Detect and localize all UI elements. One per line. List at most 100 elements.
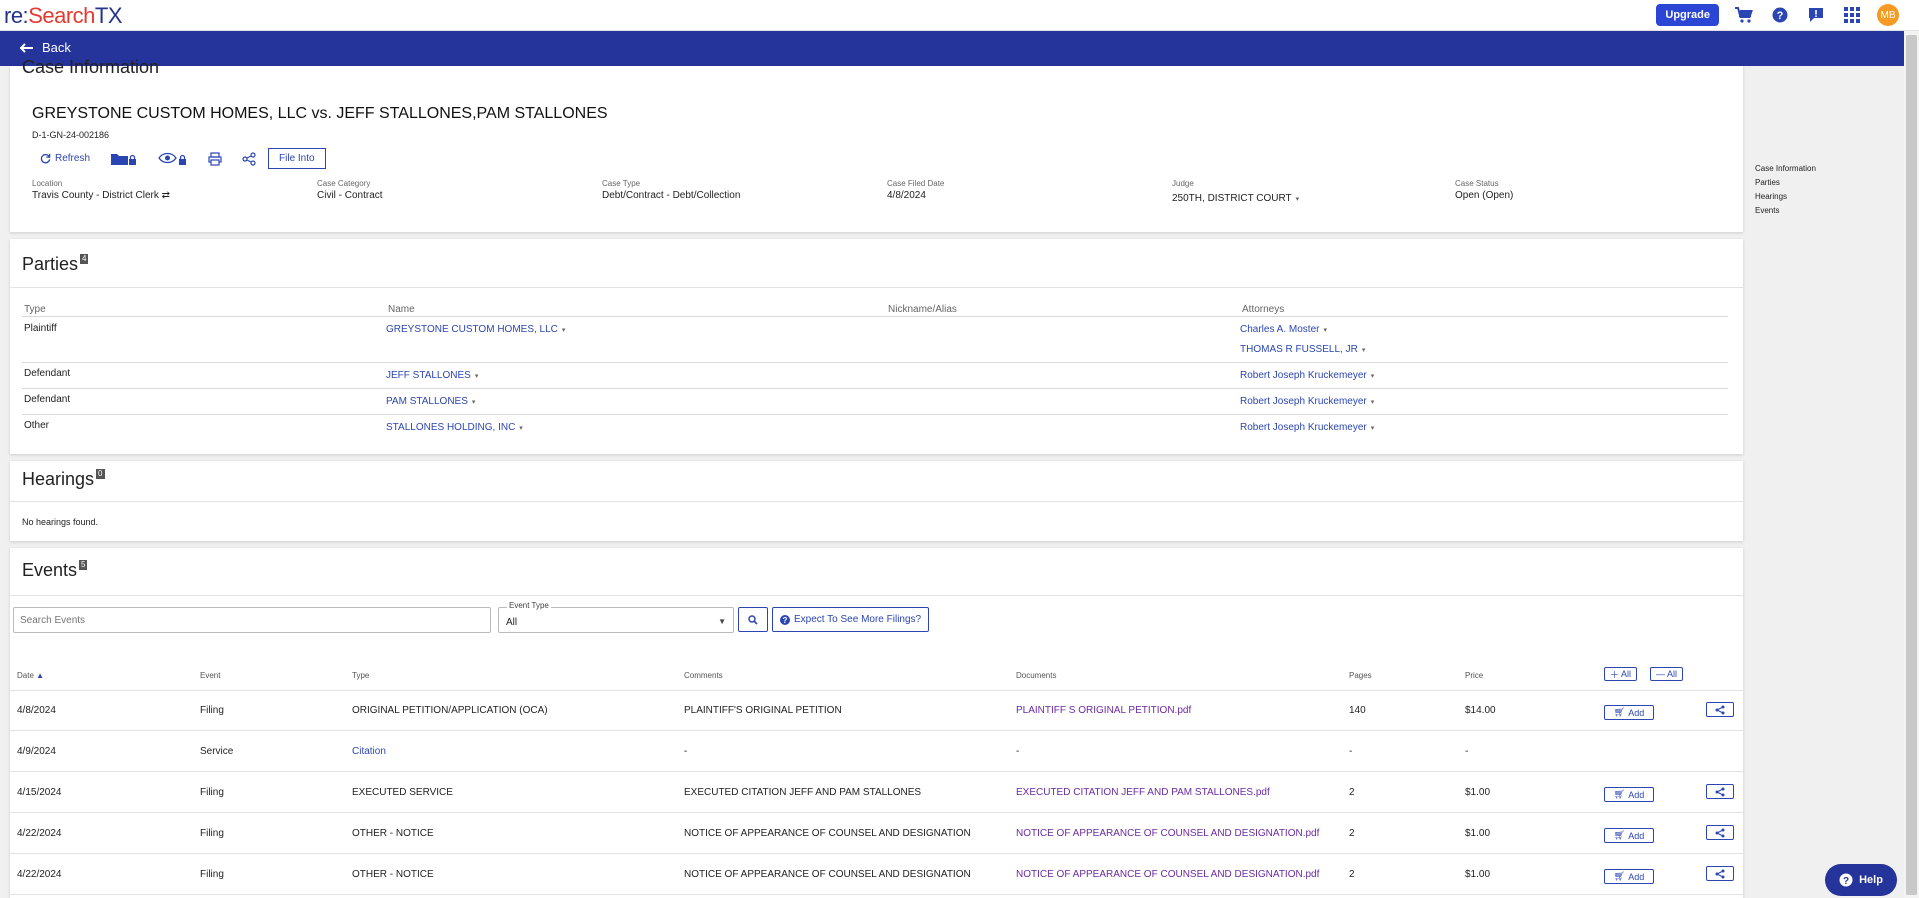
case-filed-date-value: 4/8/2024 <box>887 190 926 201</box>
event-date: 4/15/2024 <box>17 787 62 798</box>
party-name-link[interactable]: PAM STALLONES ▾ <box>386 396 475 407</box>
event-event: Filing <box>200 828 224 839</box>
section-nav-case-information[interactable]: Case Information <box>1755 162 1816 176</box>
section-nav-events[interactable]: Events <box>1755 204 1816 218</box>
parties-table: Type Name Nickname/Alias Attorneys Plain… <box>22 301 1728 441</box>
hearings-card: Hearings 0 No hearings found. <box>10 461 1743 541</box>
user-avatar[interactable]: MB <box>1877 4 1899 26</box>
chevron-down-icon: ▾ <box>1361 347 1366 354</box>
attorney-link[interactable]: Robert Joseph Kruckemeyer ▾ <box>1240 370 1374 381</box>
hearings-title-text: Hearings <box>22 469 95 489</box>
table-row: 4/15/2024 Filing EXECUTED SERVICE EXECUT… <box>10 773 1743 813</box>
chevron-down-icon: ▾ <box>1323 327 1327 334</box>
chevron-down-icon: ▾ <box>471 399 476 406</box>
header-name: Name <box>388 304 415 315</box>
add-label: Add <box>1628 871 1645 882</box>
upgrade-button[interactable]: Upgrade <box>1656 4 1719 26</box>
watch-lock-button[interactable] <box>158 152 188 166</box>
event-type-select[interactable]: Event Type All ▼ <box>498 601 734 633</box>
case-filed-date-field: Case Filed Date 4/8/2024 <box>887 179 944 201</box>
party-name: JEFF STALLONES <box>386 370 471 381</box>
chevron-down-icon: ▾ <box>519 425 523 432</box>
header-nickname: Nickname/Alias <box>888 304 957 315</box>
apps-grid-icon[interactable] <box>1841 4 1863 26</box>
event-comments: NOTICE OF APPEARANCE OF COUNSEL AND DESI… <box>684 828 971 839</box>
event-comments: EXECUTED CITATION JEFF AND PAM STALLONES <box>684 787 922 798</box>
table-row: 4/9/2024 Service Citation - - - - <box>10 732 1743 772</box>
event-document-link[interactable]: EXECUTED CITATION JEFF AND PAM STALLONES… <box>1016 787 1270 798</box>
share-button[interactable] <box>1706 702 1734 717</box>
remove-all-button[interactable]: — All <box>1650 667 1684 681</box>
judge-link[interactable]: 250TH, DISTRICT COURT ▾ <box>1172 193 1299 204</box>
top-icons: Upgrade ? MB <box>1656 4 1899 26</box>
attorney-name: Robert Joseph Kruckemeyer <box>1240 396 1367 407</box>
case-information-card: Case Information GREYSTONE CUSTOM HOMES,… <box>10 57 1743 232</box>
share-button[interactable] <box>242 151 256 166</box>
section-nav-parties[interactable]: Parties <box>1755 176 1816 190</box>
event-event: Filing <box>200 787 224 798</box>
section-nav-hearings[interactable]: Hearings <box>1755 190 1816 204</box>
case-type-label: Case Type <box>602 179 641 188</box>
dropdown-arrow-icon: ▼ <box>718 617 726 626</box>
case-category-value: Civil - Contract <box>317 190 383 201</box>
scrollbar-thumb[interactable] <box>1906 35 1917 895</box>
header-date[interactable]: Date ▲ <box>17 671 44 680</box>
add-to-cart-button[interactable]: 🛒︎ Add <box>1604 828 1654 843</box>
swap-icon[interactable]: ⇄ <box>162 190 170 201</box>
party-name-link[interactable]: GREYSTONE CUSTOM HOMES, LLC ▾ <box>386 324 565 335</box>
judge-label: Judge <box>1172 179 1194 188</box>
logo[interactable]: re:SearchTX <box>4 3 123 29</box>
share-icon <box>1715 828 1725 837</box>
sort-asc-icon: ▲ <box>36 671 45 680</box>
event-document-link[interactable]: NOTICE OF APPEARANCE OF COUNSEL AND DESI… <box>1016 828 1319 839</box>
attorney-link[interactable]: Robert Joseph Kruckemeyer ▾ <box>1240 396 1374 407</box>
share-button[interactable] <box>1706 866 1734 881</box>
header-comments: Comments <box>684 671 723 680</box>
add-all-button[interactable]: ＋ All <box>1604 667 1638 681</box>
party-type: Plaintiff <box>24 323 57 334</box>
header-event: Event <box>200 671 221 680</box>
location-field: Location Travis County - District Clerk … <box>32 179 170 201</box>
event-type: EXECUTED SERVICE <box>352 787 453 798</box>
party-name-link[interactable]: JEFF STALLONES ▾ <box>386 370 478 381</box>
expect-more-filings-button[interactable]: ? Expect To See More Filings? <box>772 607 930 632</box>
cart-icon: 🛒︎ <box>1613 830 1626 840</box>
event-pages: - <box>1349 746 1353 757</box>
add-to-cart-button[interactable]: 🛒︎ Add <box>1604 869 1654 884</box>
add-to-cart-button[interactable]: 🛒︎ Add <box>1604 705 1654 720</box>
attorney-link[interactable]: Robert Joseph Kruckemeyer ▾ <box>1240 422 1374 433</box>
share-button[interactable] <box>1706 825 1734 840</box>
refresh-button[interactable]: Refresh <box>40 153 90 164</box>
cart-icon[interactable] <box>1733 4 1755 26</box>
remove-all-label: All <box>1667 669 1678 679</box>
event-document-link[interactable]: NOTICE OF APPEARANCE OF COUNSEL AND DESI… <box>1016 869 1319 880</box>
share-button[interactable] <box>1706 784 1734 799</box>
events-count-badge: 5 <box>79 560 88 570</box>
party-row: Plaintiff GREYSTONE CUSTOM HOMES, LLC ▾ C… <box>22 317 1728 363</box>
search-button[interactable] <box>738 607 768 632</box>
case-status-value: Open (Open) <box>1455 190 1514 201</box>
back-button[interactable]: Back <box>20 40 71 55</box>
event-type: OTHER - NOTICE <box>352 869 434 880</box>
print-button[interactable] <box>208 151 222 166</box>
search-events-input[interactable] <box>13 607 491 633</box>
file-into-button[interactable]: File Into <box>268 148 326 169</box>
case-actions: Refresh File Into <box>40 148 326 169</box>
attorney-link[interactable]: THOMAS R FUSSELL, JR ▾ <box>1240 344 1365 355</box>
svg-text:?: ? <box>1843 876 1849 887</box>
hearings-divider <box>10 501 1743 502</box>
attorney-link[interactable]: Charles A. Moster ▾ <box>1240 324 1327 335</box>
refresh-label: Refresh <box>55 153 91 164</box>
folder-lock-button[interactable] <box>110 152 138 166</box>
help-button[interactable]: ? Help <box>1825 864 1897 896</box>
cart-icon: 🛒︎ <box>1613 871 1626 881</box>
table-row: 4/22/2024 Filing OTHER - NOTICE NOTICE O… <box>10 814 1743 854</box>
arrow-left-icon <box>20 42 33 53</box>
event-type-link[interactable]: Citation <box>352 746 386 757</box>
feedback-icon[interactable] <box>1805 4 1827 26</box>
header-documents: Documents <box>1016 671 1057 680</box>
event-document-link[interactable]: PLAINTIFF S ORIGINAL PETITION.pdf <box>1016 705 1191 716</box>
add-to-cart-button[interactable]: 🛒︎ Add <box>1604 787 1654 802</box>
party-name-link[interactable]: STALLONES HOLDING, INC ▾ <box>386 422 523 433</box>
help-circle-icon[interactable]: ? <box>1769 4 1791 26</box>
